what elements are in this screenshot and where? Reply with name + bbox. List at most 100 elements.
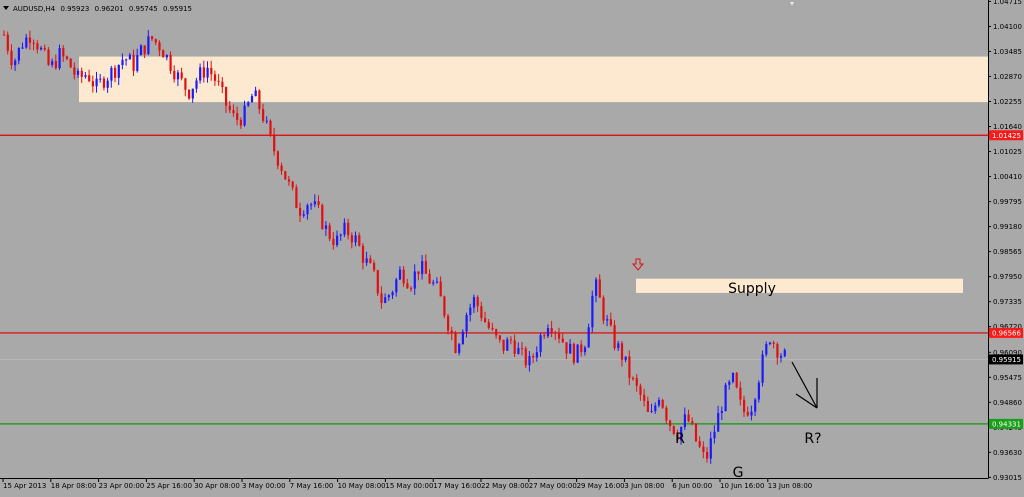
- price-tick-label: 0.94860: [993, 399, 1022, 407]
- supply-zone-label: Supply: [728, 281, 776, 297]
- bear-candle: [613, 325, 616, 349]
- bull-candle: [139, 45, 143, 56]
- bull-candle: [683, 414, 686, 427]
- bull-candle: [754, 399, 757, 412]
- bull-candle: [569, 343, 572, 354]
- bull-candle: [250, 96, 254, 103]
- bear-candle: [402, 269, 405, 284]
- bear-candle: [347, 222, 350, 236]
- bear-candle: [524, 348, 527, 366]
- bear-candle: [443, 296, 446, 316]
- time-tick-label: 22 May 08:00: [481, 482, 529, 490]
- bull-candle: [339, 234, 342, 236]
- bear-candle: [151, 36, 154, 40]
- bear-candle: [643, 394, 646, 401]
- bear-candle: [202, 67, 205, 78]
- bear-candle: [447, 315, 450, 331]
- bull-candle: [750, 411, 753, 416]
- bear-candle: [28, 37, 32, 43]
- bear-candle: [321, 205, 324, 229]
- bear-candle: [665, 407, 668, 421]
- bull-candle: [724, 384, 727, 412]
- bear-candle: [561, 338, 564, 343]
- bear-candle: [276, 151, 279, 166]
- time-tick-label: 27 May 00:00: [529, 482, 577, 490]
- bull-candle: [606, 319, 609, 321]
- bull-candle: [243, 105, 246, 126]
- bull-candle: [336, 235, 339, 246]
- price-tick-label: 0.97950: [993, 273, 1022, 281]
- bull-candle: [720, 411, 723, 413]
- bear-candle: [361, 245, 365, 263]
- bull-candle: [387, 295, 390, 298]
- symbol-label: AUDUSD,H4: [13, 5, 56, 13]
- bull-candle: [654, 405, 657, 412]
- time-tick-label: 7 May 16:00: [290, 482, 334, 490]
- bear-candle: [487, 322, 490, 328]
- bear-candle: [687, 414, 690, 422]
- bull-candle: [761, 354, 764, 383]
- label-r: R: [675, 431, 685, 447]
- bear-candle: [521, 347, 524, 349]
- bear-candle: [772, 342, 775, 344]
- bear-candle: [550, 328, 553, 333]
- bear-candle: [210, 67, 213, 75]
- bear-candle: [358, 235, 361, 246]
- bull-candle: [199, 67, 202, 81]
- bull-candle: [384, 297, 387, 303]
- bear-candle: [273, 134, 276, 152]
- bear-candle: [735, 372, 738, 388]
- price-tick-label: 1.04100: [993, 23, 1022, 31]
- price-chart[interactable]: 1.04715 1.04100 1.03485 1.02870 1.02255 1.016…: [0, 0, 1024, 493]
- bear-candle: [509, 339, 513, 341]
- bull-candle: [206, 67, 209, 78]
- label-r-question: R?: [804, 431, 821, 447]
- bull-candle: [528, 356, 531, 366]
- bear-candle: [424, 261, 427, 274]
- bull-candle: [40, 47, 43, 50]
- bull-candle: [21, 47, 24, 49]
- time-tick-label: 15 May 00:00: [385, 482, 433, 490]
- low-value: 0.95745: [129, 5, 158, 13]
- bull-candle: [595, 279, 598, 296]
- bull-candle: [413, 271, 416, 289]
- bull-candle: [731, 372, 735, 382]
- bear-candle: [73, 67, 76, 75]
- bear-candle: [439, 281, 442, 297]
- bull-candle: [461, 331, 464, 345]
- bull-candle: [728, 381, 731, 385]
- bear-candle: [406, 283, 409, 289]
- price-tick-label: 0.97335: [993, 298, 1022, 306]
- bear-candle: [350, 235, 353, 243]
- bull-candle: [191, 88, 194, 99]
- price-tick-label: 1.01640: [993, 123, 1022, 131]
- bull-candle: [58, 48, 61, 69]
- bull-candle: [121, 59, 124, 65]
- bull-candle: [17, 47, 20, 61]
- bear-candle: [491, 327, 494, 330]
- supply-zone[interactable]: [636, 278, 963, 293]
- bull-candle: [768, 342, 772, 344]
- bull-candle: [313, 201, 316, 205]
- bear-candle: [480, 306, 483, 319]
- bear-candle: [65, 56, 69, 59]
- bull-candle: [395, 279, 398, 293]
- close-value: 0.95915: [163, 5, 192, 13]
- chart-window[interactable]: 1.04715 1.04100 1.03485 1.02870 1.02255 1.016…: [0, 0, 1024, 493]
- bear-candle: [454, 333, 457, 353]
- bear-candle: [62, 48, 65, 57]
- bull-candle: [717, 412, 720, 432]
- bear-candle: [269, 120, 272, 135]
- bear-candle: [776, 343, 779, 358]
- support-tag-label: 0.94331: [992, 420, 1021, 428]
- resistance-2-tag-label: 0.96566: [992, 329, 1021, 337]
- bull-candle: [757, 382, 760, 400]
- bear-candle: [609, 319, 612, 326]
- bull-candle: [617, 343, 620, 349]
- bear-candle: [632, 377, 635, 379]
- bear-candle: [332, 238, 335, 246]
- time-tick-label: 29 May 16:00: [577, 482, 625, 490]
- bull-candle: [624, 356, 627, 360]
- bear-candle: [169, 54, 172, 71]
- bear-candle: [228, 105, 231, 111]
